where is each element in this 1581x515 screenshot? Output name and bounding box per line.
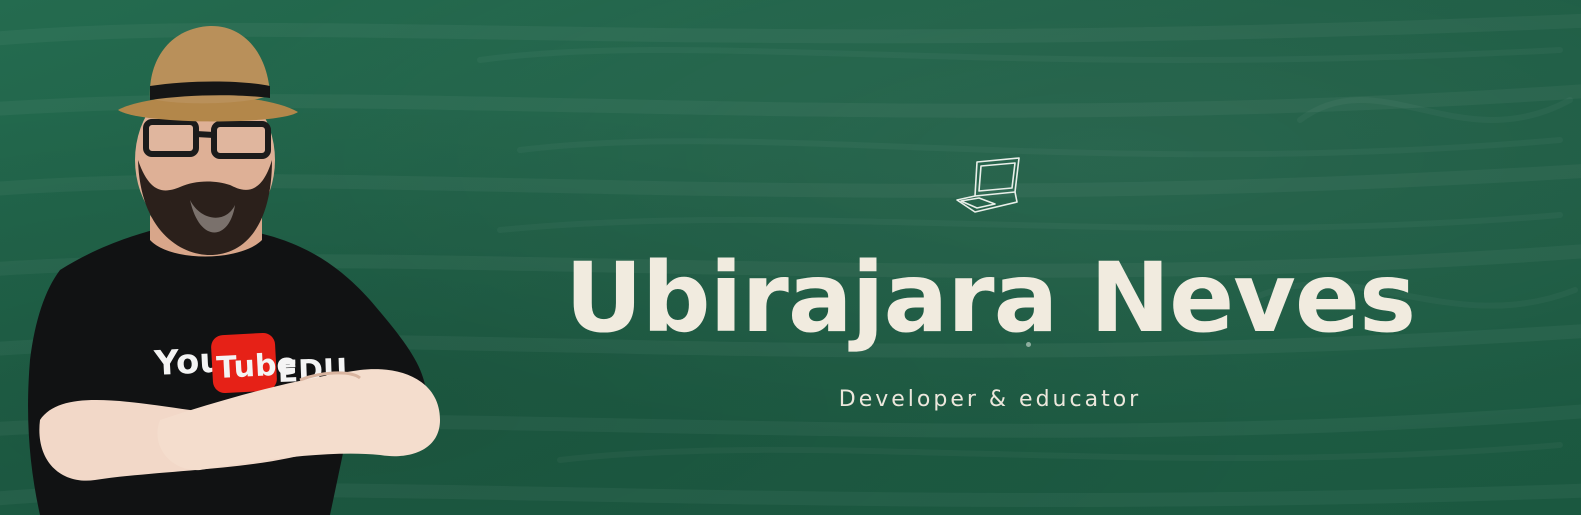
profile-subtitle: Developer & educator <box>838 387 1142 412</box>
profile-banner: You Tube EDU Ubirajara Neves Developer &… <box>0 0 1581 515</box>
portrait-photo: You Tube EDU <box>28 25 441 515</box>
chalk-dot <box>1026 342 1031 347</box>
profile-name: Ubirajara Neves <box>564 242 1416 354</box>
laptop-icon <box>956 157 1020 213</box>
